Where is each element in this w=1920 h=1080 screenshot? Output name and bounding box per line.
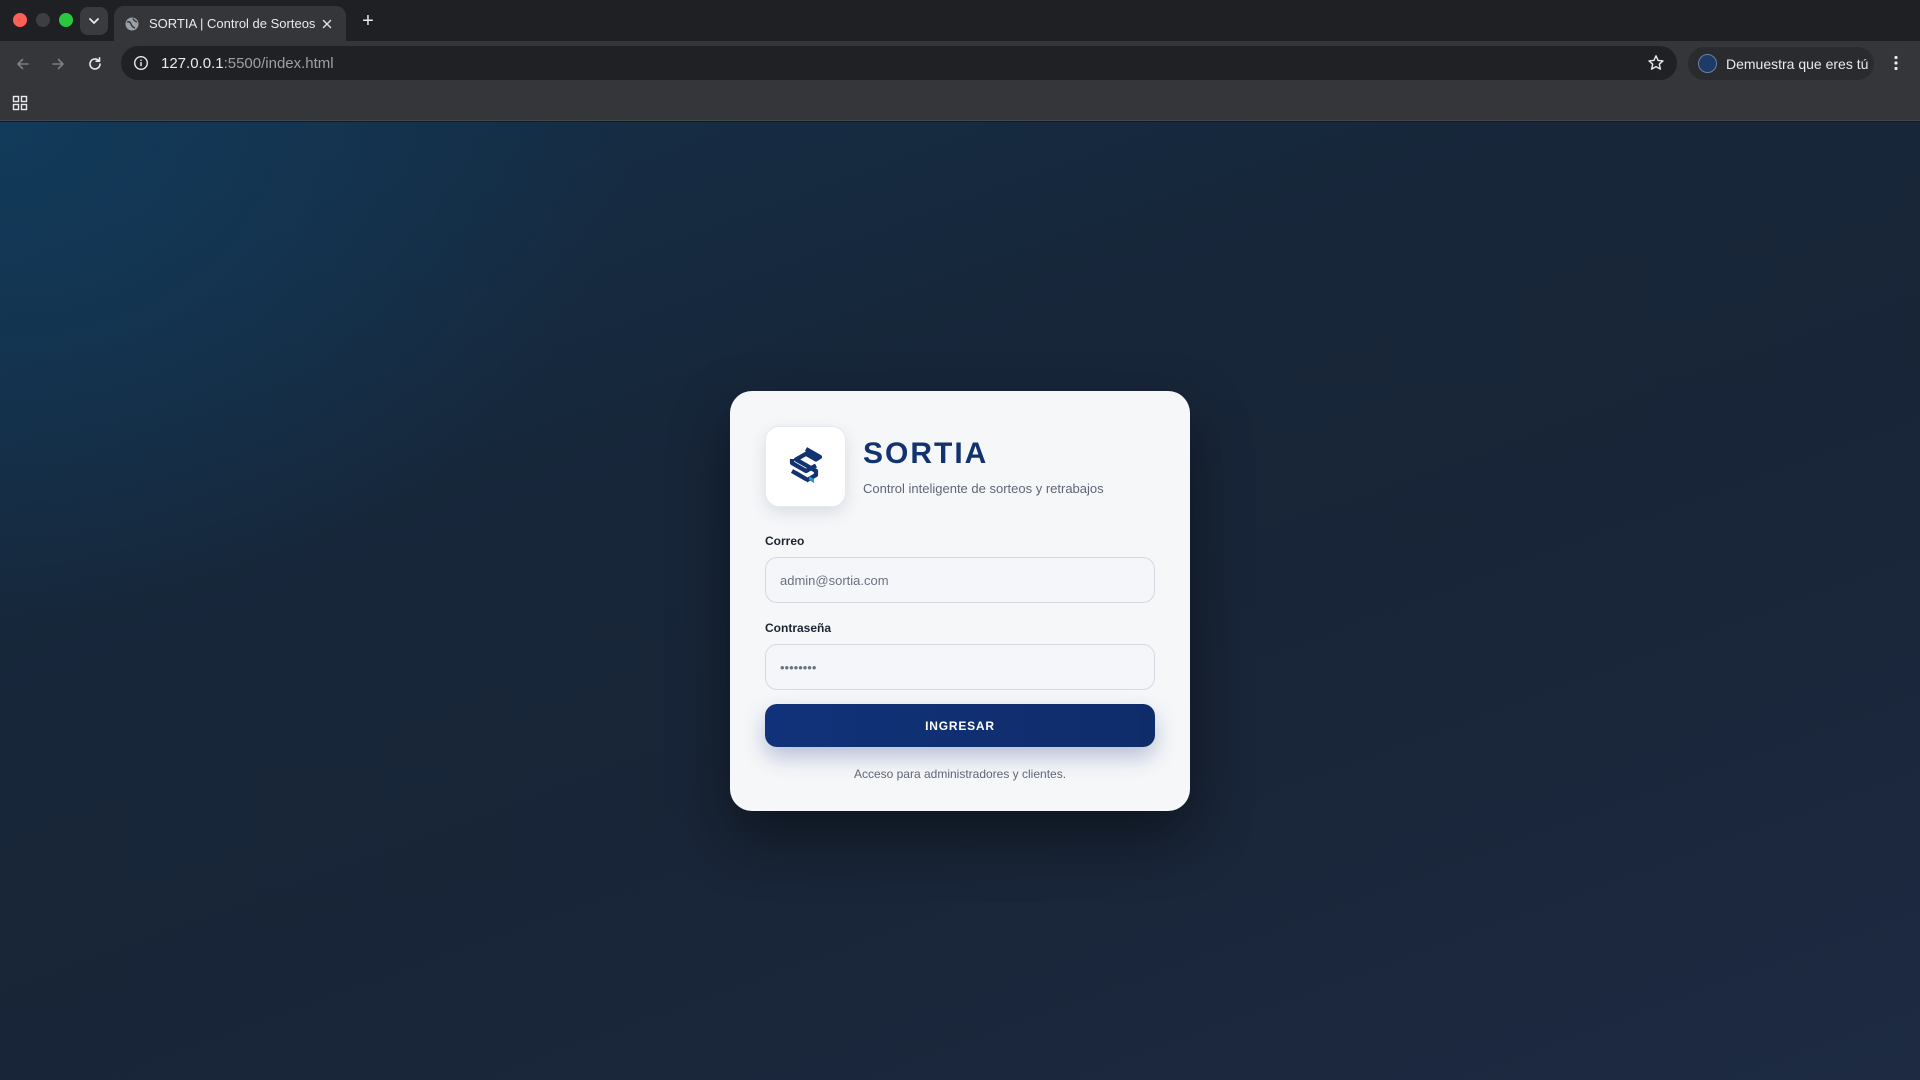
login-card: SORTIA Control inteligente de sorteos y … xyxy=(730,391,1190,811)
apps-icon[interactable] xyxy=(12,95,28,111)
address-bar[interactable]: 127.0.0.1:5500/index.html xyxy=(121,46,1677,80)
window-minimize-button[interactable] xyxy=(36,13,50,27)
star-icon[interactable] xyxy=(1647,54,1665,72)
window-maximize-button[interactable] xyxy=(59,13,73,27)
sortia-logo-icon xyxy=(789,447,822,483)
reload-icon xyxy=(89,57,101,70)
tab-search-button[interactable] xyxy=(80,7,108,35)
back-button[interactable] xyxy=(9,50,37,78)
close-icon[interactable] xyxy=(318,16,336,32)
url-path: :5500/index.html xyxy=(223,54,334,72)
back-icon xyxy=(17,58,29,70)
brand-name: SORTIA xyxy=(863,436,989,470)
globe-icon xyxy=(124,16,140,32)
profile-button[interactable]: Demuestra que eres tú xyxy=(1688,47,1874,80)
login-button[interactable]: INGRESAR xyxy=(765,704,1155,747)
page-viewport: SORTIA Control inteligente de sorteos y … xyxy=(0,122,1920,1080)
logo xyxy=(765,425,846,507)
email-field[interactable] xyxy=(765,557,1155,603)
url-host: 127.0.0.1 xyxy=(161,54,224,72)
avatar xyxy=(1698,54,1717,73)
forward-button[interactable] xyxy=(44,50,72,78)
tab-title: SORTIA | Control de Sorteos xyxy=(149,16,316,31)
access-note: Acceso para administradores y clientes. xyxy=(853,767,1067,781)
brand-text: SORTIA Control inteligente de sorteos y … xyxy=(863,437,1104,496)
tab-strip: SORTIA | Control de Sorteos + xyxy=(0,0,1920,41)
profile-label: Demuestra que eres tú xyxy=(1726,55,1869,72)
new-tab-button[interactable]: + xyxy=(355,8,381,34)
url-text: 127.0.0.1:5500/index.html xyxy=(161,55,334,72)
bookmarks-bar xyxy=(0,86,1920,121)
window-close-button[interactable] xyxy=(13,13,27,27)
more-icon[interactable] xyxy=(1886,53,1906,73)
brand-header: SORTIA Control inteligente de sorteos y … xyxy=(765,425,1155,507)
chevron-down-icon xyxy=(89,18,99,24)
password-field[interactable] xyxy=(765,644,1155,690)
browser-toolbar: 127.0.0.1:5500/index.html Demuestra que … xyxy=(0,41,1920,86)
password-label: Contraseña xyxy=(765,621,832,635)
forward-icon xyxy=(52,58,64,70)
info-icon[interactable] xyxy=(133,55,149,71)
brand-tagline: Control inteligente de sorteos y retraba… xyxy=(863,480,1104,496)
active-tab[interactable]: SORTIA | Control de Sorteos xyxy=(114,6,346,41)
reload-button[interactable] xyxy=(81,50,109,78)
email-label: Correo xyxy=(765,534,805,548)
